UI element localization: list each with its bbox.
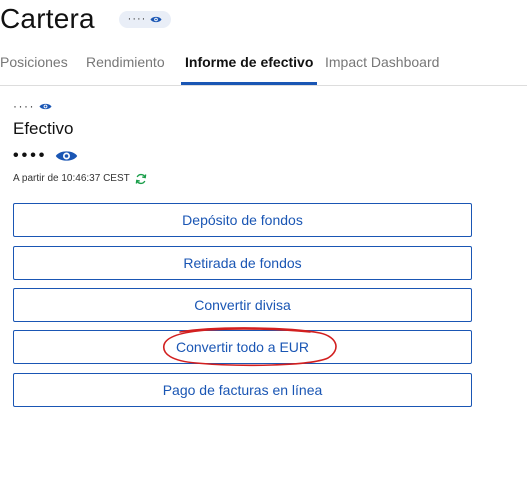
tab-bar: Posiciones Rendimiento Informe de efecti… xyxy=(0,40,527,86)
deposit-funds-button[interactable]: Depósito de fondos xyxy=(13,203,472,237)
eye-icon xyxy=(150,15,162,24)
masked-small-value[interactable]: ···· xyxy=(13,99,52,113)
last-updated: A partir de 10:46:37 CEST xyxy=(13,172,147,186)
masked-dots-small: ···· xyxy=(13,99,35,113)
masked-balance-dots: •••• xyxy=(13,147,48,164)
online-bill-pay-button[interactable]: Pago de facturas en línea xyxy=(13,373,472,407)
hidden-value-pill[interactable]: ···· xyxy=(119,11,171,28)
masked-balance: •••• xyxy=(13,147,78,165)
timestamp-text: A partir de 10:46:37 CEST xyxy=(13,173,130,184)
eye-icon[interactable] xyxy=(55,149,78,163)
convert-all-to-eur-button[interactable]: Convertir todo a EUR xyxy=(13,330,472,364)
refresh-icon[interactable] xyxy=(135,173,147,185)
tab-rendimiento[interactable]: Rendimiento xyxy=(86,40,165,84)
section-title: Efectivo xyxy=(13,119,74,138)
convert-currency-button[interactable]: Convertir divisa xyxy=(13,288,472,322)
tab-posiciones[interactable]: Posiciones xyxy=(0,40,68,84)
page-title: Cartera xyxy=(0,3,95,34)
tab-impact-dashboard[interactable]: Impact Dashboard xyxy=(325,40,439,84)
tab-informe-de-efectivo[interactable]: Informe de efectivo xyxy=(181,40,318,85)
eye-icon xyxy=(39,102,52,111)
withdraw-funds-button[interactable]: Retirada de fondos xyxy=(13,246,472,280)
masked-value: ···· xyxy=(127,13,147,25)
